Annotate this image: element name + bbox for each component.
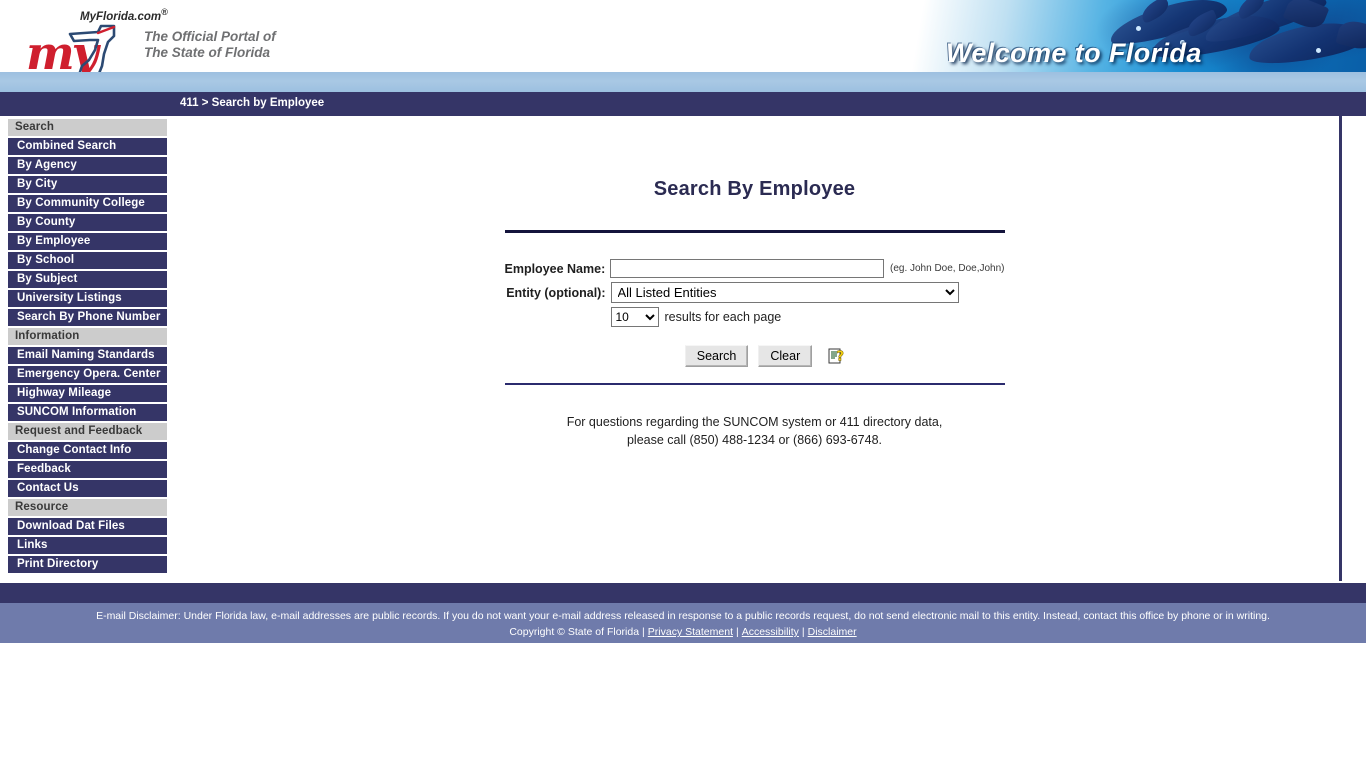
logo-tagline: The Official Portal of The State of Flor… — [144, 29, 276, 62]
results-per-page-label: results for each page — [664, 310, 782, 324]
page-title: Search By Employee — [653, 178, 856, 200]
sidebar-section-search: Search — [8, 119, 167, 136]
footer-separator: | — [642, 626, 645, 639]
suncom-contact-note: For questions regarding the SUNCOM syste… — [495, 413, 1015, 449]
sidebar-item-emergency-operations-center[interactable]: Emergency Opera. Center — [8, 366, 167, 383]
dolphin-eye — [1136, 26, 1141, 31]
dolphins-banner-image: Welcome to Florida — [850, 0, 1366, 72]
logo-tagline-line1: The Official Portal of — [144, 29, 276, 44]
employee-search-form: Employee Name: (eg. John Doe, Doe,John) … — [505, 233, 1005, 383]
registered-trademark-icon: ® — [161, 7, 168, 17]
employee-name-input[interactable] — [610, 259, 884, 278]
results-per-page-row: 10 results for each page — [505, 307, 1005, 327]
sidebar-item-by-school[interactable]: By School — [8, 252, 167, 269]
sidebar-item-print-directory[interactable]: Print Directory — [8, 556, 167, 573]
sidebar-item-by-community-college[interactable]: By Community College — [8, 195, 167, 212]
sidebar-item-by-subject[interactable]: By Subject — [8, 271, 167, 288]
logo-tagline-line2: The State of Florida — [144, 45, 271, 61]
email-disclaimer-text: E-mail Disclaimer: Under Florida law, e-… — [96, 610, 1270, 622]
sidebar-item-search-by-phone-number[interactable]: Search By Phone Number — [8, 309, 167, 326]
sidebar-item-change-contact-info[interactable]: Change Contact Info — [8, 442, 167, 459]
sidebar-item-university-listings[interactable]: University Listings — [8, 290, 167, 307]
employee-name-row: Employee Name: (eg. John Doe, Doe,John) — [505, 259, 1005, 278]
footer-separator: | — [735, 626, 739, 639]
sidebar-section-request-and-feedback: Request and Feedback — [8, 423, 167, 440]
entity-label: Entity (optional): — [506, 285, 606, 300]
disclaimer-link[interactable]: Disclaimer — [808, 626, 857, 638]
suncom-note-line2: please call (850) 488-1234 or (866) 693-… — [626, 433, 883, 448]
sidebar-item-download-dat-files[interactable]: Download Dat Files — [8, 518, 167, 535]
sidebar-item-suncom-information[interactable]: SUNCOM Information — [8, 404, 167, 421]
main-content-panel: Search By Employee Employee Name: (eg. J… — [170, 116, 1342, 581]
myflorida-logo[interactable]: my MyFlorida.com® The Official Portal of… — [22, 2, 352, 72]
logo-dotcom-text: MyFlorida.com® — [80, 7, 168, 23]
sidebar-item-by-employee[interactable]: By Employee — [8, 233, 167, 250]
header-blue-band — [0, 72, 1366, 92]
suncom-note-line1: For questions regarding the SUNCOM syste… — [566, 415, 943, 429]
copyright-text: Copyright © State of Florida — [509, 626, 640, 639]
search-button[interactable]: Search — [684, 345, 749, 367]
sidebar-item-email-naming-standards[interactable]: Email Naming Standards — [8, 347, 167, 364]
sidebar-item-by-city[interactable]: By City — [8, 176, 167, 193]
results-per-page-select[interactable]: 10 — [610, 307, 659, 327]
help-document-icon[interactable]: ? — [828, 348, 845, 365]
page-body: Search Combined Search By Agency By City… — [0, 116, 1366, 583]
welcome-banner-text: Welcome to Florida — [946, 38, 1202, 68]
page-blank-area — [0, 643, 1366, 768]
clear-button[interactable]: Clear — [758, 345, 813, 367]
form-button-row: Search Clear ? — [505, 345, 1005, 367]
footer-separator: | — [801, 626, 805, 639]
entity-select[interactable]: All Listed Entities — [610, 282, 959, 303]
site-footer: E-mail Disclaimer: Under Florida law, e-… — [0, 603, 1366, 643]
sidebar-item-links[interactable]: Links — [8, 537, 167, 554]
sidebar-item-by-county[interactable]: By County — [8, 214, 167, 231]
sidebar-item-contact-us[interactable]: Contact Us — [8, 480, 167, 497]
dolphin-eye — [1316, 48, 1321, 53]
sidebar-navigation: Search Combined Search By Agency By City… — [8, 119, 167, 575]
breadcrumb-bar: 411 > Search by Employee — [0, 92, 1366, 116]
employee-name-label: Employee Name: — [504, 261, 606, 276]
sidebar-item-combined-search[interactable]: Combined Search — [8, 138, 167, 155]
footer-navy-band — [0, 583, 1366, 603]
site-header: Welcome to Florida my MyFlorida.com® The… — [0, 0, 1366, 72]
florida-outline-icon — [68, 24, 116, 72]
sidebar-item-by-agency[interactable]: By Agency — [8, 157, 167, 174]
sidebar-section-resource: Resource — [8, 499, 167, 516]
logo-dotcom-label: MyFlorida.com — [80, 10, 162, 23]
sidebar-item-feedback[interactable]: Feedback — [8, 461, 167, 478]
entity-row: Entity (optional): All Listed Entities — [505, 282, 1005, 303]
employee-name-hint: (eg. John Doe, Doe,John) — [889, 263, 1005, 274]
footer-copyright-row: Copyright © State of Florida | Privacy Sta… — [0, 624, 1366, 641]
sidebar-item-highway-mileage[interactable]: Highway Mileage — [8, 385, 167, 402]
breadcrumb[interactable]: 411 > Search by Employee — [180, 97, 324, 109]
privacy-statement-link[interactable]: Privacy Statement — [648, 626, 733, 638]
svg-text:?: ? — [837, 350, 845, 365]
sidebar-section-information: Information — [8, 328, 167, 345]
accessibility-link[interactable]: Accessibility — [742, 626, 799, 638]
divider-bottom — [504, 383, 1005, 385]
